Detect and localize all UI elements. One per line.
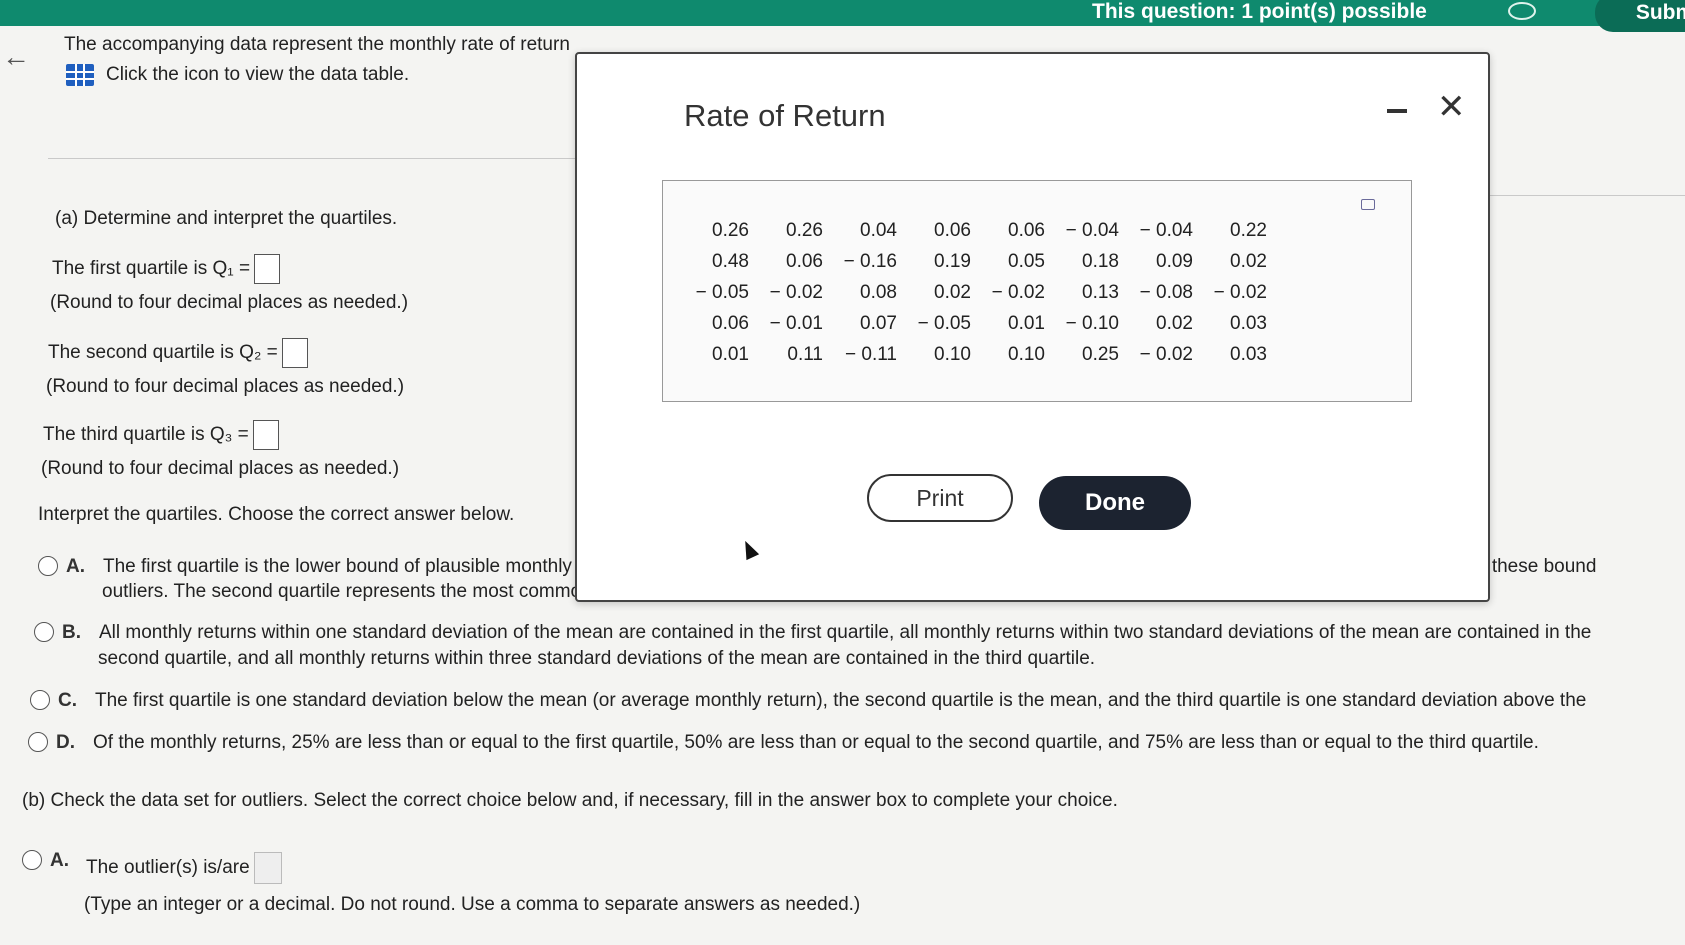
q1-label: The first quartile is Q₁ =: [52, 258, 251, 280]
table-cell: 0.09: [1156, 251, 1193, 272]
q2-label: The second quartile is Q₂ =: [48, 342, 278, 364]
table-cell: − 0.08: [1139, 282, 1193, 303]
table-cell: 0.10: [934, 344, 971, 365]
table-cell: − 0.01: [769, 313, 823, 334]
part-b-option-a-radio[interactable]: [22, 850, 42, 870]
option-b-letter: B.: [62, 622, 81, 643]
rate-of-return-dialog: Rate of Return ✕ 0.26 0.26 0.04 0.06 0.06 − 0…: [575, 52, 1490, 602]
table-cell: 0.25: [1082, 344, 1119, 365]
q3-label: The third quartile is Q₃ =: [43, 424, 249, 446]
table-cell: 0.03: [1230, 313, 1267, 334]
option-d-line-1: Of the monthly returns, 25% are less tha…: [93, 732, 1539, 753]
option-c-line-1: The first quartile is one standard devia…: [95, 690, 1587, 711]
table-cell: 0.26: [712, 220, 749, 241]
part-b-option-a-letter: A.: [50, 850, 69, 871]
table-cell: 0.13: [1082, 282, 1119, 303]
table-cell: 0.02: [1230, 251, 1267, 272]
submit-button[interactable]: Subm: [1595, 0, 1685, 32]
option-c-letter: C.: [58, 690, 77, 711]
table-cell: 0.06: [712, 313, 749, 334]
table-cell: 0.22: [1230, 220, 1267, 241]
dialog-title: Rate of Return: [684, 98, 886, 133]
data-table-icon[interactable]: [66, 64, 94, 86]
outlier-row: The outlier(s) is/are: [86, 852, 282, 884]
table-cell: 0.08: [860, 282, 897, 303]
q3-input[interactable]: [252, 420, 279, 450]
table-cell: − 0.16: [843, 251, 897, 272]
q3-row: The third quartile is Q₃ =: [43, 420, 279, 450]
table-cell: 0.48: [712, 251, 749, 272]
table-cell: − 0.10: [1065, 313, 1119, 334]
interpret-prompt: Interpret the quartiles. Choose the corr…: [38, 504, 515, 525]
table-cell: 0.02: [934, 282, 971, 303]
q2-input[interactable]: [281, 338, 308, 368]
close-icon[interactable]: ✕: [1437, 90, 1466, 124]
option-b-radio[interactable]: [34, 622, 54, 642]
table-cell: 0.06: [786, 251, 823, 272]
table-cell: 0.26: [786, 220, 823, 241]
table-cell: − 0.02: [1213, 282, 1267, 303]
top-bar: This question: 1 point(s) possible Subm: [0, 0, 1685, 32]
table-cell: 0.07: [860, 313, 897, 334]
data-grid: 0.26 0.26 0.04 0.06 0.06 − 0.04 − 0.04 0.22 0.48…: [683, 219, 1275, 367]
option-c-radio[interactable]: [30, 690, 50, 710]
outlier-label: The outlier(s) is/are: [86, 857, 250, 879]
click-icon-text: Click the icon to view the data table.: [106, 64, 410, 85]
table-cell: − 0.02: [1139, 344, 1193, 365]
table-cell: 0.19: [934, 251, 971, 272]
help-icon[interactable]: [1508, 2, 1536, 20]
table-cell: − 0.11: [845, 344, 897, 365]
table-cell: − 0.05: [695, 282, 749, 303]
table-cell: 0.10: [1008, 344, 1045, 365]
option-a-letter: A.: [66, 556, 85, 577]
part-a-heading: (a) Determine and interpret the quartile…: [55, 208, 398, 229]
q1-input[interactable]: [254, 254, 281, 284]
done-button[interactable]: Done: [1039, 476, 1191, 530]
option-d-letter: D.: [56, 732, 75, 753]
round-note: (Round to four decimal places as needed.…: [41, 458, 400, 479]
table-cell: 0.01: [712, 344, 749, 365]
table-cell: 0.06: [1008, 220, 1045, 241]
type-note: (Type an integer or a decimal. Do not ro…: [84, 894, 861, 915]
table-cell: − 0.04: [1139, 220, 1193, 241]
part-b-heading: (b) Check the data set for outliers. Sel…: [22, 790, 1118, 811]
table-cell: 0.11: [787, 344, 823, 365]
option-b-line-2: second quartile, and all monthly returns…: [98, 648, 1096, 669]
round-note: (Round to four decimal places as needed.…: [46, 376, 405, 397]
option-b-line-1: All monthly returns within one standard …: [99, 622, 1592, 643]
table-cell: − 0.04: [1065, 220, 1119, 241]
back-arrow-icon[interactable]: ←: [2, 43, 30, 71]
table-cell: 0.02: [1156, 313, 1193, 334]
table-cell: 0.04: [860, 220, 897, 241]
print-button[interactable]: Print: [867, 474, 1013, 522]
table-cell: − 0.02: [769, 282, 823, 303]
q1-row: The first quartile is Q₁ =: [52, 254, 281, 284]
table-cell: 0.05: [1008, 251, 1045, 272]
divider: [48, 158, 588, 159]
table-cell: − 0.02: [991, 282, 1045, 303]
option-d-radio[interactable]: [28, 732, 48, 752]
q2-row: The second quartile is Q₂ =: [48, 338, 308, 368]
outlier-input[interactable]: [253, 852, 282, 884]
table-cell: 0.03: [1230, 344, 1267, 365]
table-cell: − 0.05: [917, 313, 971, 334]
table-cell: 0.01: [1008, 313, 1045, 334]
option-a-radio[interactable]: [38, 556, 58, 576]
table-cell: 0.18: [1082, 251, 1119, 272]
question-intro: The accompanying data represent the mont…: [64, 34, 570, 55]
points-possible: This question: 1 point(s) possible: [1092, 0, 1427, 23]
divider: [1490, 195, 1685, 196]
round-note: (Round to four decimal places as needed.…: [50, 292, 409, 313]
minimize-icon[interactable]: [1387, 109, 1407, 113]
data-table: 0.26 0.26 0.04 0.06 0.06 − 0.04 − 0.04 0.22 0.48…: [662, 180, 1412, 402]
copy-icon[interactable]: [1361, 199, 1375, 210]
table-cell: 0.06: [934, 220, 971, 241]
